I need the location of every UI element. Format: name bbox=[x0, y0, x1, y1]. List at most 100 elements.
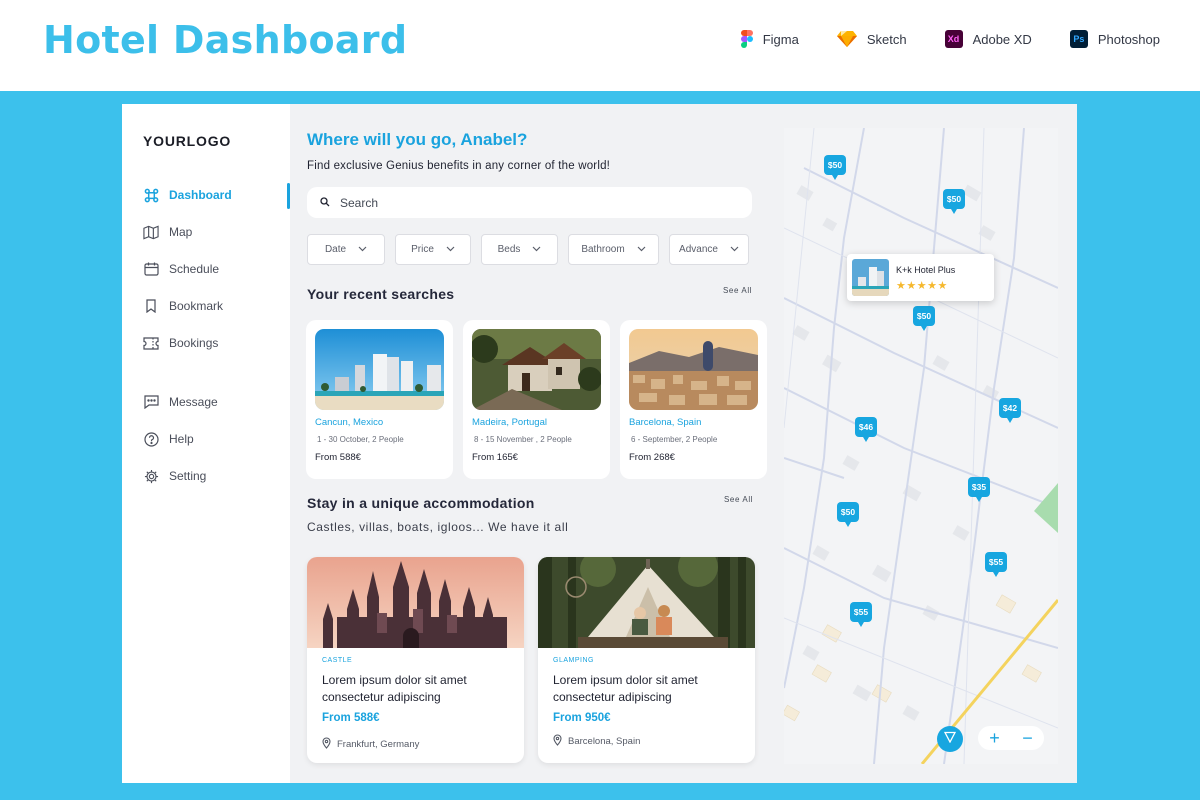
recent-card-image bbox=[315, 329, 444, 410]
recent-card-dates: 8 - 15 November , 2 People bbox=[474, 435, 572, 444]
location-label: Barcelona, Spain bbox=[568, 736, 641, 747]
recent-card-image bbox=[629, 329, 758, 410]
recent-card-location: Madeira, Portugal bbox=[472, 417, 547, 428]
zoom-controls: + − bbox=[978, 726, 1044, 750]
filter-label: Price bbox=[411, 244, 434, 255]
map-price-pin[interactable]: $50 bbox=[824, 155, 846, 180]
chevron-down-icon bbox=[446, 244, 455, 255]
sidebar-item-label: Bookmark bbox=[169, 299, 224, 313]
map-price-pin[interactable]: $46 bbox=[855, 417, 877, 442]
filter-bar: Date Price Beds Bathroom Advance bbox=[307, 234, 749, 265]
logo: YOURLOGO bbox=[143, 133, 232, 149]
command-icon bbox=[143, 187, 159, 203]
figma-icon bbox=[740, 30, 753, 48]
map-price-pin[interactable]: $50 bbox=[913, 306, 935, 331]
sidebar-item-setting[interactable]: Setting bbox=[143, 468, 206, 484]
greeting-subtitle: Find exclusive Genius benefits in any co… bbox=[307, 160, 611, 172]
recent-card-dates: 6 - September, 2 People bbox=[631, 435, 718, 444]
sidebar-item-message[interactable]: Message bbox=[143, 394, 218, 410]
accommodation-card-castle[interactable]: CASTLE Lorem ipsum dolor sit amet consec… bbox=[307, 557, 524, 763]
greeting-heading: Where will you go, Anabel? bbox=[307, 130, 528, 149]
recent-see-all-link[interactable]: See All bbox=[723, 286, 752, 295]
adobe-xd-icon: Xd bbox=[944, 30, 963, 48]
tool-label: Adobe XD bbox=[972, 31, 1032, 47]
map-view[interactable]: $50 $50 $50 $42 $46 $35 $50 $55 $55 K+k … bbox=[784, 128, 1058, 764]
map-price-pin[interactable]: $55 bbox=[850, 602, 872, 627]
hotel-popup[interactable]: K+k Hotel Plus ★★★★★ bbox=[847, 254, 994, 301]
recent-searches-title: Your recent searches bbox=[307, 286, 455, 302]
accommodation-description: Castles, villas, boats, igloos... We hav… bbox=[307, 520, 569, 534]
map-icon bbox=[143, 224, 159, 240]
filter-price[interactable]: Price bbox=[395, 234, 471, 265]
sidebar-item-dashboard[interactable]: Dashboard bbox=[143, 187, 232, 203]
sidebar-item-label: Bookings bbox=[169, 336, 219, 350]
map-price-pin[interactable]: $50 bbox=[837, 502, 859, 527]
accommodation-category: CASTLE bbox=[322, 657, 353, 664]
search-icon bbox=[320, 194, 330, 212]
sidebar-item-map[interactable]: Map bbox=[143, 224, 192, 240]
accommodation-title: Stay in a unique accommodation bbox=[307, 495, 535, 511]
accommodation-card-location: Frankfurt, Germany bbox=[322, 737, 419, 752]
sidebar-item-schedule[interactable]: Schedule bbox=[143, 261, 219, 277]
sidebar-item-bookings[interactable]: Bookings bbox=[143, 335, 218, 351]
tool-label: Figma bbox=[762, 31, 799, 47]
navigation-icon bbox=[943, 730, 957, 748]
filter-date[interactable]: Date bbox=[307, 234, 385, 265]
filter-label: Date bbox=[324, 244, 347, 255]
accommodation-card-price: From 950€ bbox=[553, 712, 611, 724]
map-streets bbox=[784, 128, 1058, 764]
recent-card-price: From 165€ bbox=[472, 452, 518, 463]
tool-label: Sketch bbox=[866, 31, 907, 47]
accommodation-see-all-link[interactable]: See All bbox=[724, 495, 753, 504]
search-bar[interactable] bbox=[307, 187, 752, 218]
accommodation-card-price: From 588€ bbox=[322, 712, 380, 724]
accommodation-card-glamping[interactable]: GLAMPING Lorem ipsum dolor sit amet cons… bbox=[538, 557, 755, 763]
star-rating: ★★★★★ bbox=[896, 280, 948, 292]
recent-card-image bbox=[472, 329, 601, 410]
sidebar-item-label: Message bbox=[169, 395, 218, 409]
map-price-pin[interactable]: $35 bbox=[968, 477, 990, 502]
sidebar-item-label: Dashboard bbox=[169, 188, 232, 202]
accommodation-card-image bbox=[538, 557, 755, 648]
sidebar-item-help[interactable]: Help bbox=[143, 431, 194, 447]
filter-label: Bathroom bbox=[581, 244, 625, 255]
sidebar-item-label: Setting bbox=[169, 469, 207, 483]
ticket-icon bbox=[143, 335, 159, 351]
recent-card-cancun[interactable]: Cancun, Mexico 1 - 30 October, 2 People … bbox=[306, 320, 453, 479]
recent-card-madeira[interactable]: Madeira, Portugal 8 - 15 November , 2 Pe… bbox=[463, 320, 610, 479]
filter-label: Beds bbox=[497, 244, 521, 255]
zoom-out-button[interactable]: − bbox=[1022, 729, 1033, 747]
search-input[interactable] bbox=[340, 195, 720, 210]
filter-beds[interactable]: Beds bbox=[481, 234, 558, 265]
map-price-pin[interactable]: $55 bbox=[985, 552, 1007, 577]
map-price-pin[interactable]: $50 bbox=[943, 189, 965, 214]
recent-card-dates: 1 - 30 October, 2 People bbox=[317, 435, 404, 444]
recent-card-location: Barcelona, Spain bbox=[629, 417, 702, 428]
recent-card-price: From 268€ bbox=[629, 452, 675, 463]
locate-button[interactable] bbox=[937, 726, 963, 752]
bookmark-icon bbox=[143, 298, 159, 314]
dashboard-frame: YOURLOGO Dashboard Map Schedule Bookmark bbox=[122, 104, 1077, 783]
help-icon bbox=[143, 431, 159, 447]
accommodation-card-title: Lorem ipsum dolor sit amet consectetur a… bbox=[322, 673, 467, 704]
accommodation-card-image bbox=[307, 557, 524, 648]
zoom-in-button[interactable]: + bbox=[989, 729, 1000, 747]
calendar-icon bbox=[143, 261, 159, 277]
recent-card-location: Cancun, Mexico bbox=[315, 417, 384, 428]
accommodation-card-title: Lorem ipsum dolor sit amet consectetur a… bbox=[553, 673, 698, 704]
filter-advance[interactable]: Advance bbox=[669, 234, 749, 265]
sidebar-item-bookmark[interactable]: Bookmark bbox=[143, 298, 223, 314]
tool-label: Photoshop bbox=[1097, 31, 1160, 47]
photoshop-icon: Ps bbox=[1069, 30, 1088, 48]
filter-label: Advance bbox=[679, 244, 718, 255]
recent-card-barcelona[interactable]: Barcelona, Spain 6 - September, 2 People… bbox=[620, 320, 767, 479]
tool-figma: Figma bbox=[740, 30, 799, 48]
filter-bathroom[interactable]: Bathroom bbox=[568, 234, 659, 265]
sidebar: YOURLOGO Dashboard Map Schedule Bookmark bbox=[122, 104, 290, 783]
banner-title: Hotel Dashboard bbox=[43, 18, 408, 62]
accommodation-category: GLAMPING bbox=[553, 657, 594, 664]
sketch-icon bbox=[836, 31, 857, 47]
map-price-pin[interactable]: $42 bbox=[999, 398, 1021, 423]
hotel-name: K+k Hotel Plus bbox=[896, 265, 956, 275]
tool-adobe-xd: Xd Adobe XD bbox=[944, 30, 1032, 48]
